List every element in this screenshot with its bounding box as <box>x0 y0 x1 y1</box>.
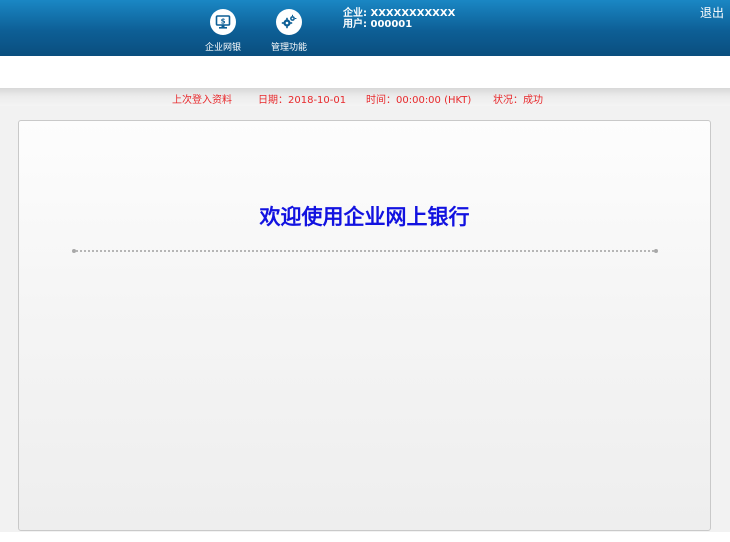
nav-corporate-banking[interactable]: $ 企业网银 <box>193 9 253 53</box>
title-divider <box>72 249 658 253</box>
last-login-time: 时间：00:00:00 (HKT) <box>366 95 472 106</box>
last-login-title: 上次登入资料 <box>172 95 232 106</box>
nav-management-functions-label: 管理功能 <box>270 43 307 53</box>
header-spacer <box>0 56 730 90</box>
welcome-title: 欢迎使用企业网上银行 <box>259 205 470 229</box>
main-content-panel: 欢迎使用企业网上银行 <box>18 120 711 531</box>
user-id-info: 用户: 000001 <box>343 19 413 30</box>
user-info: 企业: XXXXXXXXXXX 用户: 000001 <box>343 8 455 30</box>
nav-corporate-banking-label: 企业网银 <box>204 43 241 53</box>
company-info: 企业: XXXXXXXXXXX <box>343 8 456 19</box>
footer-spacer <box>0 532 730 542</box>
last-login-info-bar: 上次登入资料 日期：2018-10-01 时间：00:00:00 (HKT) 状… <box>0 88 730 106</box>
monitor-dollar-icon: $ <box>210 9 236 35</box>
logout-button[interactable]: 退出 <box>700 4 724 21</box>
app-window: $ 企业网银 管理功能 企业: XXXXXXXXXXX 用户: 000001 退… <box>0 0 730 542</box>
last-login-date: 日期：2018-10-01 <box>258 95 347 106</box>
last-login-status: 状况：成功 <box>493 95 543 106</box>
top-header-bar: $ 企业网银 管理功能 企业: XXXXXXXXXXX 用户: 000001 退… <box>0 0 730 56</box>
gears-icon <box>276 9 302 35</box>
svg-text:$: $ <box>221 18 226 26</box>
nav-management-functions[interactable]: 管理功能 <box>259 9 319 53</box>
